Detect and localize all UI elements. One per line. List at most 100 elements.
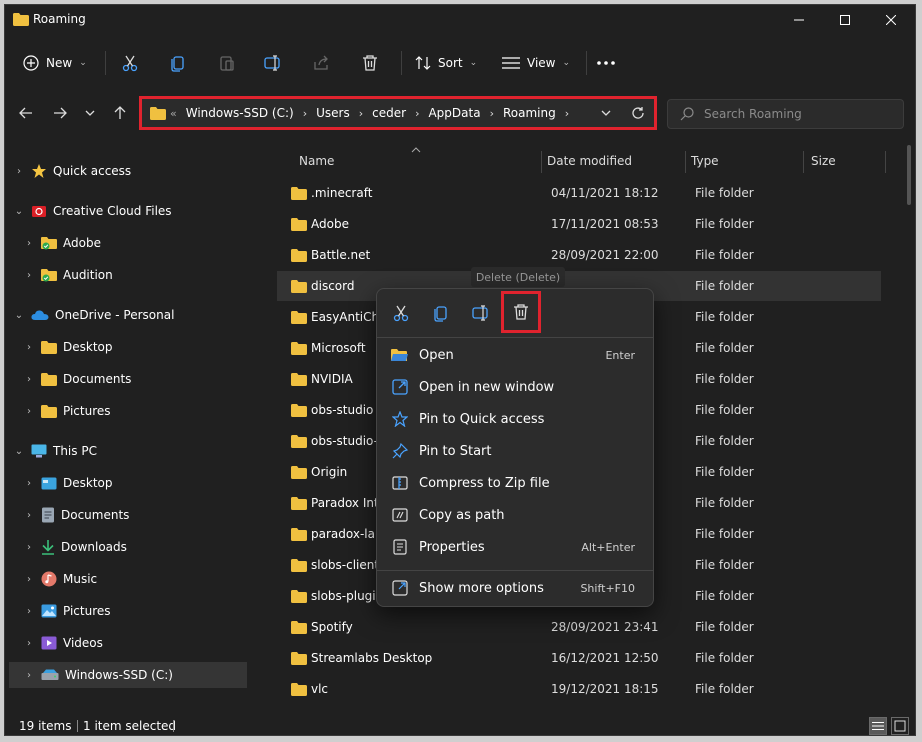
cut-button[interactable] (121, 45, 139, 81)
details-view-button[interactable] (869, 717, 887, 735)
breadcrumb-item[interactable]: AppData (423, 106, 485, 120)
chevron-right-icon[interactable]: › (23, 574, 35, 585)
context-menu-item[interactable]: Copy as path (381, 500, 649, 530)
chevron-right-icon[interactable]: › (561, 107, 573, 120)
folder-icon (291, 652, 307, 665)
column-divider[interactable] (803, 151, 804, 173)
chevron-right-icon[interactable]: › (299, 107, 311, 120)
ctx-delete-button[interactable] (501, 291, 541, 333)
minimize-button[interactable] (776, 5, 822, 35)
breadcrumb-item[interactable]: Roaming (498, 106, 561, 120)
up-button[interactable] (108, 101, 132, 125)
maximize-button[interactable] (822, 5, 868, 35)
table-row[interactable]: .minecraft 04/11/2021 18:12 File folder (277, 178, 881, 208)
sidebar-item-pc-pictures[interactable]: › Pictures (23, 598, 111, 624)
scrollbar-thumb[interactable] (907, 145, 911, 205)
column-divider[interactable] (885, 151, 886, 173)
context-menu-item[interactable]: Open in new window (381, 372, 649, 402)
ctx-rename-button[interactable] (467, 299, 495, 327)
trash-icon (363, 55, 377, 71)
chevron-right-icon[interactable]: › (23, 342, 35, 353)
table-row[interactable]: vlc 19/12/2021 18:15 File folder (277, 674, 881, 704)
breadcrumb-item[interactable]: ceder (367, 106, 411, 120)
column-divider[interactable] (541, 151, 542, 173)
ctx-copy-button[interactable] (427, 299, 455, 327)
table-row[interactable]: Spotify 28/09/2021 23:41 File folder (277, 612, 881, 642)
chevron-right-icon[interactable]: › (23, 510, 35, 521)
table-row[interactable]: Battle.net 28/09/2021 22:00 File folder (277, 240, 881, 270)
chevron-down-icon[interactable]: ⌄ (13, 446, 25, 457)
breadcrumb-item[interactable]: Users (311, 106, 355, 120)
context-menu-divider (377, 337, 653, 338)
column-header-name[interactable]: Name (299, 145, 334, 177)
folder-icon (291, 311, 307, 324)
context-menu-item[interactable]: Open Enter (381, 340, 649, 370)
file-name: Spotify (311, 620, 353, 634)
chevron-right-icon[interactable]: › (23, 270, 35, 281)
sidebar-item-pc-desktop[interactable]: › Desktop (23, 470, 113, 496)
chevron-right-icon[interactable]: › (486, 107, 498, 120)
tiles-view-button[interactable] (891, 717, 909, 735)
sidebar-item-pc-documents[interactable]: › Documents (23, 502, 129, 528)
column-header-date[interactable]: Date modified (547, 145, 632, 177)
context-menu-item[interactable]: Pin to Start (381, 436, 649, 466)
chevron-right-icon[interactable]: › (23, 406, 35, 417)
close-button[interactable] (868, 5, 914, 35)
sidebar-item-onedrive[interactable]: ⌄ OneDrive - Personal (13, 302, 175, 328)
sidebar-item-creative-cloud-files[interactable]: ⌄ Creative Cloud Files (13, 198, 172, 224)
delete-button[interactable] (361, 45, 379, 81)
chevron-right-icon[interactable]: › (23, 374, 35, 385)
sort-button[interactable]: Sort ⌄ (415, 45, 477, 81)
chevron-down-icon[interactable] (601, 110, 611, 116)
chevron-right-icon[interactable]: › (23, 478, 35, 489)
table-row[interactable]: Streamlabs Desktop 16/12/2021 12:50 File f… (277, 643, 881, 673)
sidebar-item-this-pc[interactable]: ⌄ This PC (13, 438, 97, 464)
column-header-type[interactable]: Type (691, 145, 719, 177)
chevron-right-icon[interactable]: › (23, 670, 35, 681)
column-header-size[interactable]: Size (811, 145, 836, 177)
sidebar-item-onedrive-documents[interactable]: › Documents (23, 366, 131, 392)
new-button[interactable]: New ⌄ (23, 45, 87, 81)
paste-button[interactable] (218, 45, 236, 81)
chevron-right-icon[interactable]: › (23, 542, 35, 553)
sidebar-item-audition[interactable]: › Audition (23, 262, 113, 288)
view-button[interactable]: View ⌄ (502, 45, 570, 81)
context-menu-item[interactable]: Compress to Zip file (381, 468, 649, 498)
sidebar-item-adobe[interactable]: › Adobe (23, 230, 101, 256)
sidebar-item-windows-ssd[interactable]: › Windows-SSD (C:) (9, 662, 247, 688)
sidebar-item-pc-downloads[interactable]: › Downloads (23, 534, 127, 560)
chevron-right-icon[interactable]: › (411, 107, 423, 120)
see-more-button[interactable] (597, 45, 615, 81)
search-input[interactable]: Search Roaming (704, 107, 802, 121)
forward-button[interactable] (48, 101, 72, 125)
chevron-right-icon[interactable]: › (23, 238, 35, 249)
address-bar[interactable]: « Windows-SSD (C:) › Users › ceder › App… (139, 96, 657, 130)
sidebar-item-quick-access[interactable]: › Quick access (13, 158, 131, 184)
chevron-right-icon[interactable]: › (355, 107, 367, 120)
table-row[interactable]: Adobe 17/11/2021 08:53 File folder (277, 209, 881, 239)
sidebar-item-pc-music[interactable]: › Music (23, 566, 97, 592)
creative-cloud-icon (32, 206, 46, 217)
chevron-right-icon[interactable]: › (13, 166, 25, 177)
chevron-right-icon[interactable]: › (23, 606, 35, 617)
sidebar-item-onedrive-desktop[interactable]: › Desktop (23, 334, 113, 360)
ctx-cut-button[interactable] (387, 299, 415, 327)
breadcrumb-overflow[interactable]: « (166, 107, 181, 120)
back-button[interactable] (14, 101, 38, 125)
copy-button[interactable] (169, 45, 187, 81)
context-menu-item[interactable]: Properties Alt+Enter (381, 532, 649, 562)
chevron-down-icon[interactable]: ⌄ (13, 310, 25, 321)
context-menu-item[interactable]: Show more options Shift+F10 (381, 573, 649, 603)
sidebar-item-pc-videos[interactable]: › Videos (23, 630, 103, 656)
chevron-down-icon[interactable]: ⌄ (13, 206, 25, 217)
chevron-right-icon[interactable]: › (23, 638, 35, 649)
breadcrumb-item[interactable]: Windows-SSD (C:) (181, 106, 299, 120)
recent-locations-button[interactable] (78, 101, 102, 125)
refresh-icon[interactable] (631, 106, 645, 120)
context-menu-item[interactable]: Pin to Quick access (381, 404, 649, 434)
share-button[interactable] (313, 45, 331, 81)
search-box[interactable]: Search Roaming (667, 99, 904, 129)
rename-button[interactable] (264, 45, 282, 81)
column-divider[interactable] (685, 151, 686, 173)
sidebar-item-onedrive-pictures[interactable]: › Pictures (23, 398, 111, 424)
